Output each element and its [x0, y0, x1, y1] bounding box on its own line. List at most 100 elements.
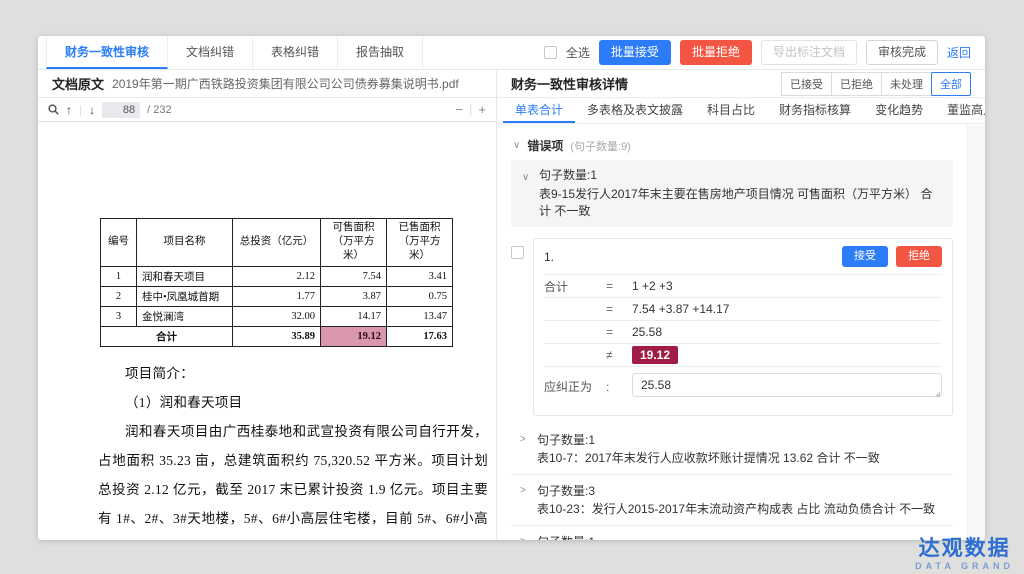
audit-tab-2[interactable]: 科目占比	[695, 98, 767, 123]
select-all-checkbox[interactable]	[544, 46, 557, 59]
vertical-scrollbar[interactable]	[967, 125, 985, 540]
calc-expression: 1 +2 +3	[632, 279, 673, 293]
error-item-checkbox[interactable]	[511, 246, 524, 259]
audit-tab-bar: 单表合计多表格及表文披露科目占比财务指标核算变化趋势董监高人员变动披露	[497, 98, 985, 124]
table-cell: 0.75	[387, 286, 453, 306]
error-description: 表10-23：发行人2015-2017年末流动资产构成表 占比 流动负债合计 不…	[537, 501, 949, 517]
error-description: 表10-7：2017年末发行人应收款坏账计提情况 13.62 合计 不一致	[537, 450, 949, 466]
correction-row: 应纠正为 : 25.58 ◢	[544, 366, 942, 406]
error-section-header[interactable]: ∨ 错误项 (句子数量:9)	[511, 130, 953, 160]
document-table-body: 1润和春天项目2.127.543.412桂中•凤凰城首期1.773.870.75…	[101, 266, 453, 346]
error-section-title: 错误项	[527, 137, 563, 154]
filter-button-0[interactable]: 已接受	[781, 72, 832, 96]
page-number-input[interactable]	[102, 102, 140, 118]
back-link[interactable]: 返回	[947, 44, 971, 61]
expanded-error-item[interactable]: ∨ 句子数量:1 表9-15发行人2017年末主要在售房地产项目情况 可售面积（…	[511, 160, 953, 227]
document-paragraph: 润和春天项目由广西桂泰地和武宣投资有限公司自行开发，占地面积 35.23 亩，总…	[98, 417, 488, 540]
chevron-down-icon: ∨	[522, 173, 529, 183]
calc-expression: 25.58	[632, 325, 662, 339]
error-list-item[interactable]: >句子数量:1发行人2015-2017年度经审计的合并利润表 2015年度 三、…	[511, 525, 953, 540]
audit-tab-5[interactable]: 董监高人员	[935, 98, 985, 123]
filter-button-2[interactable]: 未处理	[881, 72, 932, 96]
table-header-cell: 编号	[101, 219, 137, 267]
pdf-toolbar: ↑ | ↓ / 232 − | +	[38, 98, 496, 122]
sentence-count: 句子数量:3	[537, 483, 949, 499]
sentence-count: 句子数量:1	[537, 432, 949, 448]
reject-button[interactable]: 拒绝	[896, 246, 942, 267]
table-cell: 桂中•凤凰城首期	[137, 286, 233, 306]
calc-rows: 合计=1 +2 +3=7.54 +3.87 +14.17=25.58≠19.12	[544, 274, 942, 366]
top-bar: 财务一致性审核文档纠错表格纠错报告抽取 全选 批量接受 批量拒绝 导出标注文档 …	[38, 36, 985, 70]
table-cell: 14.17	[321, 306, 387, 326]
export-annotated-doc-button[interactable]: 导出标注文档	[761, 40, 857, 64]
table-cell: 2	[101, 286, 137, 306]
accept-button[interactable]: 接受	[842, 246, 888, 267]
filter-button-3[interactable]: 全部	[931, 72, 971, 96]
document-filename: 2019年第一期广西铁路投资集团有限公司公司债券募集说明书.pdf	[112, 75, 459, 92]
table-cell: 2.12	[233, 266, 321, 286]
table-cell: 1	[101, 266, 137, 286]
table-cell: 3.87	[321, 286, 387, 306]
document-table-header-row: 编号项目名称总投资（亿元）可售面积 （万平方米）已售面积 （万平方米）	[101, 219, 453, 267]
audit-tab-3[interactable]: 财务指标核算	[767, 98, 863, 123]
table-total-cell: 17.63	[387, 326, 453, 346]
top-tab-0[interactable]: 财务一致性审核	[46, 36, 168, 69]
error-list-item[interactable]: > 句子数量:1 表10-7：2017年末发行人应收款坏账计提情况 13.62 合计…	[511, 424, 953, 474]
correction-label: 应纠正为	[544, 378, 606, 395]
calc-expression: 7.54 +3.87 +14.17	[632, 302, 729, 316]
calc-operator: =	[606, 325, 632, 339]
chevron-right-icon: >	[520, 435, 526, 445]
audit-tab-4[interactable]: 变化趋势	[863, 98, 935, 123]
card-header: 1. 接受 拒绝	[534, 239, 952, 274]
zoom-out-icon[interactable]: −	[455, 102, 463, 117]
chevron-right-icon: >	[520, 537, 526, 540]
calc-row: ≠19.12	[544, 343, 942, 366]
correction-input[interactable]: 25.58	[632, 373, 942, 397]
error-card-row: 1. 接受 拒绝 合计=1 +2 +3=7.54 +3.87 +14.17=25…	[511, 238, 953, 416]
top-tab-1[interactable]: 文档纠错	[168, 36, 253, 69]
card-body: 合计=1 +2 +3=7.54 +3.87 +14.17=25.58≠19.12…	[534, 274, 952, 415]
audit-tab-1[interactable]: 多表格及表文披露	[575, 98, 695, 123]
batch-accept-button[interactable]: 批量接受	[599, 40, 671, 64]
top-tab-2[interactable]: 表格纠错	[253, 36, 338, 69]
table-header-cell: 可售面积 （万平方米）	[321, 219, 387, 267]
document-paragraph: 项目简介：	[98, 359, 488, 388]
card-index: 1.	[544, 250, 554, 264]
chevron-right-icon: >	[520, 486, 526, 496]
document-title: 文档原文	[52, 74, 104, 93]
top-actions: 全选 批量接受 批量拒绝 导出标注文档 审核完成 返回	[544, 36, 985, 69]
audit-detail-pane: 财务一致性审核详情 已接受已拒绝未处理全部 单表合计多表格及表文披露科目占比财务…	[497, 70, 985, 540]
table-total-cell: 35.89	[233, 326, 321, 346]
filter-button-1[interactable]: 已拒绝	[831, 72, 882, 96]
calc-label: 合计	[544, 278, 606, 295]
table-total-label: 合计	[101, 326, 233, 346]
table-row: 1润和春天项目2.127.543.41	[101, 266, 453, 286]
table-cell: 7.54	[321, 266, 387, 286]
table-header-cell: 总投资（亿元）	[233, 219, 321, 267]
calc-row: =7.54 +3.87 +14.17	[544, 297, 942, 320]
top-tab-3[interactable]: 报告抽取	[338, 36, 423, 69]
document-header: 文档原文 2019年第一期广西铁路投资集团有限公司公司债券募集说明书.pdf	[38, 70, 496, 98]
brand-logo-en: DATA GRAND	[915, 561, 1014, 571]
pdf-viewer-pane: 文档原文 2019年第一期广西铁路投资集团有限公司公司债券募集说明书.pdf ↑…	[38, 70, 497, 540]
table-header-cell: 项目名称	[137, 219, 233, 267]
batch-reject-button[interactable]: 批量拒绝	[680, 40, 752, 64]
brand-logo: 达观数据 DATA GRAND	[915, 537, 1014, 571]
document-paragraphs: 项目简介：（1）润和春天项目润和春天项目由广西桂泰地和武宣投资有限公司自行开发，…	[98, 359, 488, 540]
error-list-item[interactable]: > 句子数量:3 表10-23：发行人2015-2017年末流动资产构成表 占比 流…	[511, 474, 953, 525]
zoom-in-icon[interactable]: +	[478, 102, 486, 117]
error-section-count: (句子数量:9)	[570, 138, 631, 154]
error-description: 表9-15发行人2017年末主要在售房地产项目情况 可售面积（万平方米） 合计 …	[539, 186, 943, 220]
search-icon[interactable]	[48, 104, 59, 115]
page-up-icon[interactable]: ↑	[66, 103, 72, 117]
page-down-icon[interactable]: ↓	[89, 103, 95, 117]
toolbar-divider: |	[79, 103, 82, 117]
correction-input-wrap: 25.58 ◢	[632, 373, 942, 400]
audit-complete-button[interactable]: 审核完成	[866, 40, 938, 64]
audit-tab-0[interactable]: 单表合计	[503, 98, 575, 123]
pdf-page[interactable]: 编号项目名称总投资（亿元）可售面积 （万平方米）已售面积 （万平方米） 1润和春…	[38, 122, 496, 540]
split-panes: 文档原文 2019年第一期广西铁路投资集团有限公司公司债券募集说明书.pdf ↑…	[38, 70, 985, 540]
audit-title: 财务一致性审核详情	[511, 74, 628, 93]
table-cell: 3.41	[387, 266, 453, 286]
calc-operator: =	[606, 279, 632, 293]
